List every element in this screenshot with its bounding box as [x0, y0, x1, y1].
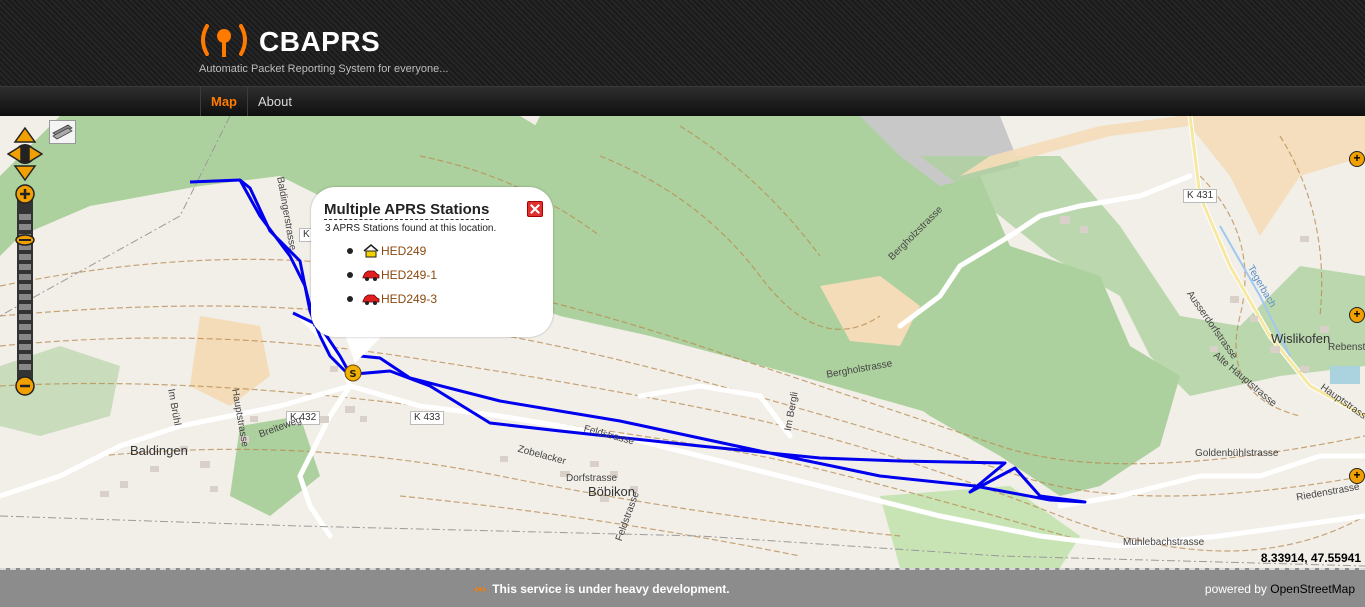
mouse-coordinates: 8.33914, 47.55941: [1260, 551, 1361, 565]
street-label: Rebenstrasse: [1328, 342, 1365, 353]
nav-map-tab[interactable]: Map: [200, 87, 248, 117]
town-label: Wislikofen: [1271, 331, 1331, 346]
popup-subtitle: 3 APRS Stations found at this location.: [325, 223, 497, 234]
road-badge: K 431: [1183, 189, 1218, 203]
station-list: HED249 HED249-1 HED249-3: [347, 239, 437, 311]
svg-text:S: S: [349, 369, 356, 380]
map-tiles: [0, 116, 1365, 568]
bullet: [347, 248, 353, 254]
car-icon: [362, 270, 380, 281]
town-label: Baldingen: [130, 443, 188, 458]
brand-title[interactable]: CBAPRS: [259, 26, 380, 58]
station-popup: Multiple APRS Stations 3 APRS Stations f…: [311, 187, 553, 337]
pan-left-icon[interactable]: [7, 144, 22, 164]
street-label: Goldenbühlstrasse: [1195, 448, 1279, 459]
zoom-out-button[interactable]: [15, 376, 35, 396]
layers-icon: [52, 124, 73, 140]
pan-right-icon[interactable]: [28, 144, 43, 164]
list-item: HED249: [347, 239, 437, 263]
expand-panel-button[interactable]: +: [1349, 151, 1365, 167]
station-marker-icon[interactable]: S: [343, 363, 363, 383]
antenna-logo-icon: [201, 24, 247, 57]
close-icon[interactable]: [527, 201, 543, 217]
popup-tail: [345, 335, 383, 363]
site-footer: ‹•› This service is under heavy developme…: [0, 568, 1365, 607]
road-badge: K 433: [410, 411, 445, 425]
zoom-in-button[interactable]: [15, 184, 35, 204]
popup-title: Multiple APRS Stations: [324, 201, 490, 220]
list-item: HED249-3: [347, 287, 437, 311]
station-link[interactable]: HED249: [381, 244, 426, 258]
station-link[interactable]: HED249-3: [381, 292, 437, 306]
bullet: [347, 296, 353, 302]
station-link[interactable]: HED249-1: [381, 268, 437, 282]
nav-about-tab[interactable]: About: [248, 87, 302, 117]
house-icon: [363, 244, 379, 258]
street-label: Mühlebachstrasse: [1123, 537, 1205, 548]
street-label: Dorfstrasse: [566, 473, 618, 484]
expand-panel-button[interactable]: +: [1349, 307, 1365, 323]
map-view[interactable]: Baldingen Böbikon Wislikofen K 432 K 433…: [0, 116, 1365, 568]
attribution: powered by OpenStreetMap: [1205, 582, 1355, 596]
bullet: [347, 272, 353, 278]
tagline: Automatic Packet Reporting System for ev…: [199, 63, 449, 75]
dev-notice-text: This service is under heavy development.: [492, 582, 730, 596]
main-nav: Map About: [0, 86, 1365, 117]
pan-control[interactable]: [7, 126, 43, 182]
antenna-icon: ‹•›: [474, 582, 487, 596]
zoom-handle[interactable]: [15, 234, 35, 246]
layer-switcher-button[interactable]: [49, 120, 76, 144]
zoom-slider[interactable]: [15, 184, 35, 396]
powered-by-text: powered by: [1204, 582, 1267, 596]
site-header: CBAPRS Automatic Packet Reporting System…: [0, 0, 1365, 86]
expand-panel-button[interactable]: +: [1349, 468, 1365, 484]
pan-up-icon[interactable]: [13, 126, 37, 143]
pan-down-icon[interactable]: [13, 165, 37, 182]
osm-link[interactable]: OpenStreetMap: [1270, 582, 1355, 596]
car-icon: [362, 294, 380, 305]
list-item: HED249-1: [347, 263, 437, 287]
dev-notice: ‹•› This service is under heavy developme…: [474, 582, 730, 596]
